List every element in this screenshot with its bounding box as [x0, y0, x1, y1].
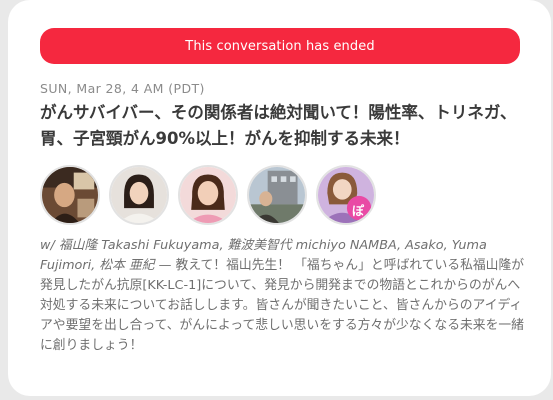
event-description: w/ 福山隆 Takashi Fukuyama, 難波美智代 michiyo N…: [40, 236, 530, 356]
avatar-michiyo-namba[interactable]: [109, 165, 169, 225]
avatar-aki-matsumoto[interactable]: ぽん: [316, 165, 376, 225]
conversation-card: This conversation has ended SUN, Mar 28,…: [8, 0, 551, 396]
avatar-yuma-fujimori[interactable]: [247, 165, 307, 225]
avatar-photo-icon: [249, 167, 305, 223]
avatar-photo-icon: [111, 167, 167, 223]
avatar-asako[interactable]: [178, 165, 238, 225]
avatar-photo-icon: [42, 167, 98, 223]
participant-avatars: ぽん: [40, 165, 376, 229]
event-datetime: SUN, Mar 28, 4 AM (PDT): [40, 81, 205, 96]
avatar-takashi-fukuyama[interactable]: [40, 165, 100, 225]
event-title[interactable]: がんサバイバー、その関係者は絶対聞いて！陽性率、トリネガ、胃、子宮頸がん90%以…: [40, 100, 530, 152]
avatar-badge-text: ぽん: [352, 204, 365, 223]
avatar-photo-icon: [180, 167, 236, 223]
conversation-ended-banner: This conversation has ended: [40, 28, 520, 64]
members-separator: —: [154, 258, 176, 273]
